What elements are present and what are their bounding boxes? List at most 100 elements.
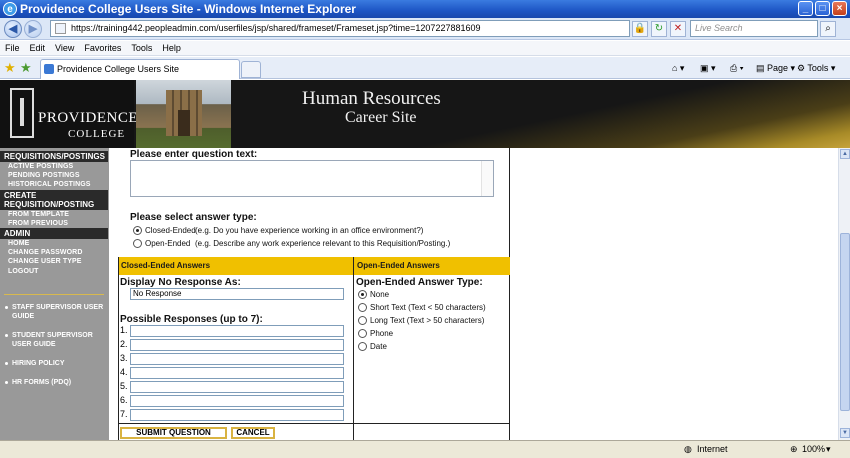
sidebar-divider bbox=[4, 293, 104, 295]
campus-photo bbox=[136, 80, 231, 148]
sidebar-item-home[interactable]: HOME bbox=[0, 239, 108, 248]
address-bar[interactable]: https://training442.peopleadmin.com/user… bbox=[50, 20, 630, 37]
page-menu[interactable]: ▤ Page ▾ bbox=[756, 60, 795, 76]
search-icon[interactable]: ⌕ bbox=[820, 21, 836, 37]
globe-icon: ◍ bbox=[684, 444, 692, 454]
answer-type-label: Please select answer type: bbox=[130, 212, 257, 223]
new-tab-button[interactable] bbox=[241, 61, 261, 78]
open-type-date-label: Date bbox=[370, 342, 387, 351]
closed-ended-radio[interactable] bbox=[133, 226, 142, 235]
logo-name: PROVIDENCE bbox=[38, 110, 139, 126]
open-type-phone-label: Phone bbox=[370, 329, 394, 338]
open-type-short-radio[interactable] bbox=[358, 303, 367, 312]
stop-icon[interactable]: ✕ bbox=[670, 21, 686, 37]
open-type-phone-radio[interactable] bbox=[358, 329, 367, 338]
sidebar-item-pending-postings[interactable]: PENDING POSTINGS bbox=[0, 171, 108, 180]
menu-file[interactable]: File bbox=[0, 41, 25, 55]
menu-view[interactable]: View bbox=[50, 41, 79, 55]
minimize-button[interactable]: _ bbox=[798, 1, 813, 16]
menu-favorites[interactable]: Favorites bbox=[79, 41, 126, 55]
link-staff-guide[interactable]: STAFF SUPERVISOR USER GUIDE bbox=[0, 303, 108, 321]
site-header: PROVIDENCE COLLEGE Human Resources Caree… bbox=[0, 80, 850, 148]
vertical-scrollbar[interactable]: ▲ ▼ bbox=[838, 148, 850, 440]
response-7-input[interactable] bbox=[130, 409, 344, 421]
page-menu-label: Page bbox=[767, 63, 789, 73]
tools-menu-label: Tools bbox=[807, 63, 829, 73]
favorites-star-icon[interactable]: ★ bbox=[4, 60, 16, 76]
refresh-icon[interactable]: ↻ bbox=[651, 21, 667, 37]
link-hr-forms[interactable]: HR FORMS (PDQ) bbox=[0, 378, 108, 387]
response-4-input[interactable] bbox=[130, 367, 344, 379]
back-icon[interactable]: ◀ bbox=[4, 20, 22, 38]
response-number: 6. bbox=[120, 395, 128, 405]
tab-providence[interactable]: Providence College Users Site bbox=[40, 59, 240, 79]
response-1-input[interactable] bbox=[130, 325, 344, 337]
scroll-up-icon[interactable]: ▲ bbox=[840, 149, 850, 159]
open-type-label: Open-Ended Answer Type: bbox=[356, 277, 483, 288]
open-ended-label: Open-Ended bbox=[145, 239, 191, 248]
response-number: 5. bbox=[120, 381, 128, 391]
add-favorite-icon[interactable]: ★ bbox=[20, 60, 32, 76]
sidebar-item-logout[interactable]: LOGOUT bbox=[0, 267, 108, 276]
sidebar-item-change-user-type[interactable]: CHANGE USER TYPE bbox=[0, 257, 108, 266]
question-form: Please enter question text: Please selec… bbox=[108, 148, 510, 440]
menu-help[interactable]: Help bbox=[157, 41, 186, 55]
response-number: 2. bbox=[120, 339, 128, 349]
sidebar-item-historical-postings[interactable]: HISTORICAL POSTINGS bbox=[0, 180, 108, 189]
lock-icon[interactable]: 🔒 bbox=[632, 21, 648, 37]
ie-logo-icon: e bbox=[3, 2, 17, 16]
close-button[interactable]: × bbox=[832, 1, 847, 16]
closed-answers-header: Closed-Ended Answers bbox=[118, 257, 353, 275]
scroll-thumb[interactable] bbox=[840, 233, 850, 411]
response-number: 7. bbox=[120, 409, 128, 419]
home-icon[interactable]: ⌂ ▾ bbox=[672, 60, 684, 76]
zoom-icon[interactable]: ⊕ bbox=[790, 443, 798, 456]
search-input[interactable]: Live Search bbox=[690, 20, 818, 37]
closed-ended-label: Closed-Ended bbox=[145, 226, 196, 235]
feeds-icon[interactable]: ▣ ▾ bbox=[700, 60, 716, 76]
response-number: 4. bbox=[120, 367, 128, 377]
open-type-none-label: None bbox=[370, 290, 390, 299]
zoom-level[interactable]: 100% bbox=[802, 443, 825, 456]
header-subtitle: Career Site bbox=[345, 109, 417, 126]
url-text: https://training442.peopleadmin.com/user… bbox=[71, 23, 481, 33]
sidebar-item-change-password[interactable]: CHANGE PASSWORD bbox=[0, 248, 108, 257]
response-5-input[interactable] bbox=[130, 381, 344, 393]
section-requisitions: REQUISITIONS/POSTINGS bbox=[0, 151, 108, 162]
section-create: CREATE REQUISITION/POSTING bbox=[0, 189, 108, 210]
link-student-guide[interactable]: STUDENT SUPERVISOR USER GUIDE bbox=[0, 331, 108, 349]
open-type-date-radio[interactable] bbox=[358, 342, 367, 351]
sidebar-item-from-previous[interactable]: FROM PREVIOUS bbox=[0, 219, 108, 228]
building-image bbox=[166, 90, 202, 136]
header-gradient bbox=[200, 80, 850, 148]
maximize-button[interactable]: □ bbox=[815, 1, 830, 16]
scroll-down-icon[interactable]: ▼ bbox=[840, 428, 850, 438]
no-response-input[interactable]: No Response bbox=[130, 288, 344, 300]
textarea-scrollbar[interactable] bbox=[481, 161, 493, 196]
response-number: 1. bbox=[120, 325, 128, 335]
response-2-input[interactable] bbox=[130, 339, 344, 351]
response-3-input[interactable] bbox=[130, 353, 344, 365]
link-hiring-policy[interactable]: HIRING POLICY bbox=[0, 359, 108, 368]
open-type-long-radio[interactable] bbox=[358, 316, 367, 325]
column-left-border bbox=[118, 257, 119, 440]
no-response-label: Display No Response As: bbox=[120, 277, 241, 288]
open-type-none-radio[interactable] bbox=[358, 290, 367, 299]
tools-menu[interactable]: ⚙ Tools ▾ bbox=[797, 60, 835, 76]
menu-tools[interactable]: Tools bbox=[126, 41, 157, 55]
closed-ended-example: (e.g. Do you have experience working in … bbox=[195, 226, 424, 235]
question-textarea[interactable] bbox=[130, 160, 494, 197]
address-toolbar: ◀ ▶ https://training442.peopleadmin.com/… bbox=[0, 18, 850, 40]
sidebar-item-from-template[interactable]: FROM TEMPLATE bbox=[0, 210, 108, 219]
forward-icon[interactable]: ▶ bbox=[24, 20, 42, 38]
cancel-button[interactable]: CANCEL bbox=[231, 427, 275, 439]
response-6-input[interactable] bbox=[130, 395, 344, 407]
zoom-dropdown-icon[interactable]: ▾ bbox=[826, 443, 831, 456]
menu-edit[interactable]: Edit bbox=[25, 41, 51, 55]
sidebar-item-active-postings[interactable]: ACTIVE POSTINGS bbox=[0, 162, 108, 171]
college-logo[interactable]: PROVIDENCE COLLEGE bbox=[0, 80, 138, 148]
print-icon[interactable]: ⎙ ▾ bbox=[730, 60, 743, 76]
form-bottom-border bbox=[118, 423, 510, 424]
open-ended-radio[interactable] bbox=[133, 239, 142, 248]
submit-question-button[interactable]: SUBMIT QUESTION bbox=[120, 427, 227, 439]
